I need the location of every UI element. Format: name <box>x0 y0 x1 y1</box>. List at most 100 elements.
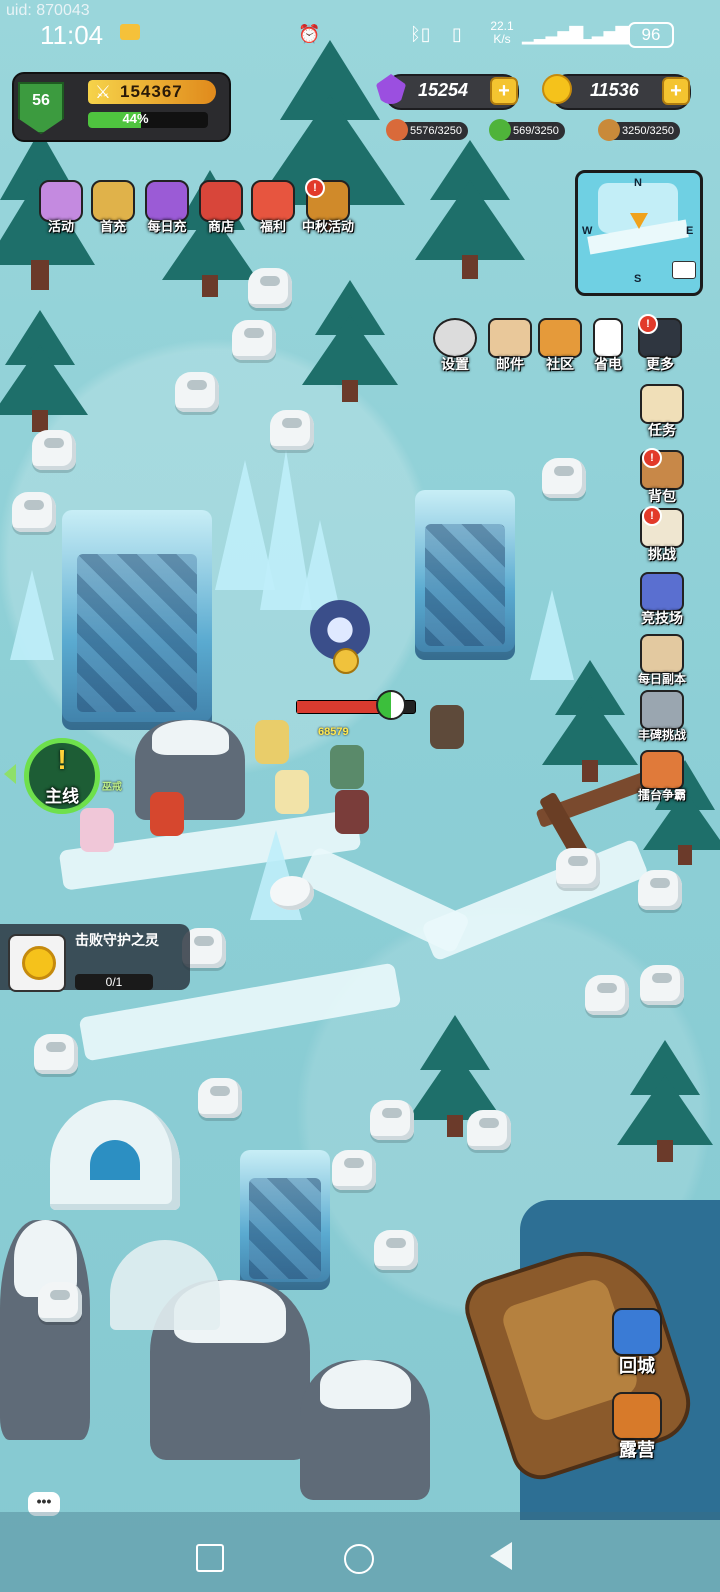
crossed-swords-icon: ⚔ <box>94 82 112 102</box>
ring-battle-button[interactable]: 擂台争霸 <box>632 750 692 810</box>
snowy-rock <box>300 1360 430 1500</box>
welfare-button[interactable]: 福利 <box>248 180 298 240</box>
hero-unit[interactable] <box>255 720 289 764</box>
snowball <box>270 876 314 910</box>
gem-value: 15254 <box>418 80 469 100</box>
skill-cooldown-icon <box>376 690 406 720</box>
monument-challenge-button[interactable]: 丰碑挑战 <box>632 690 692 750</box>
settings-button[interactable]: 设置 <box>425 318 485 378</box>
gold-coin-icon <box>22 946 56 980</box>
hero-unit[interactable] <box>330 745 364 789</box>
minimap[interactable]: N S W E <box>575 170 703 296</box>
yeti-enemy[interactable] <box>467 1110 511 1150</box>
yeti-enemy[interactable] <box>198 1078 242 1118</box>
bread-value: 3250/3250 <box>622 125 674 137</box>
ice-shard <box>530 590 574 680</box>
battery-saver-icon <box>593 318 623 358</box>
back-button[interactable] <box>490 1542 512 1570</box>
collapse-arrow-icon[interactable] <box>4 764 16 784</box>
hero-unit[interactable] <box>80 808 114 852</box>
power-saving-button[interactable]: 省电 <box>578 318 638 378</box>
backpack-button[interactable]: 背包 <box>632 450 692 510</box>
main-quest-label: 主线 <box>45 787 79 806</box>
mail-icon <box>120 24 140 40</box>
alarm-icon: ⏰ <box>298 24 321 44</box>
meat-icon <box>386 119 408 141</box>
shop-button[interactable]: 商店 <box>196 180 246 240</box>
notification-badge: ! <box>638 314 658 334</box>
exclamation-icon: ! <box>57 744 67 775</box>
system-status-bar: uid: 870043 11:04 ⏰ ᛒ▯ ▯ 22.1 K/s ▁▂▃▅▇ … <box>0 0 720 70</box>
camp-button[interactable]: 露营 <box>605 1392 669 1462</box>
first-recharge-button[interactable]: 首充 <box>88 180 138 240</box>
gold-coin-icon <box>542 74 572 104</box>
hero-unit[interactable] <box>430 705 464 749</box>
yeti-enemy[interactable] <box>175 372 219 412</box>
bread-counter: 3250/3250 <box>598 119 680 141</box>
herb-value: 569/3250 <box>513 125 559 137</box>
add-gems-button[interactable]: + <box>490 77 518 105</box>
igloo <box>110 1240 220 1330</box>
yeti-enemy[interactable] <box>232 320 276 360</box>
notification-badge: ! <box>642 448 662 468</box>
yeti-enemy[interactable] <box>374 1230 418 1270</box>
gear-icon <box>433 318 477 358</box>
ice-crystal-tower <box>240 1150 330 1290</box>
herb-counter: 569/3250 <box>489 119 565 141</box>
hero-unit[interactable] <box>150 792 184 836</box>
gold-value: 11536 <box>590 80 639 100</box>
arena-trophy-icon <box>640 572 684 612</box>
yeti-enemy[interactable] <box>270 410 314 450</box>
yeti-enemy[interactable] <box>370 1100 414 1140</box>
yeti-enemy[interactable] <box>332 1150 376 1190</box>
damage-number: 68579 <box>318 726 349 738</box>
meat-counter: 5576/3250 <box>386 119 468 141</box>
return-city-button[interactable]: 回城 <box>605 1308 669 1378</box>
coin-drop[interactable] <box>333 648 359 674</box>
task-progress: 0/1 <box>75 974 153 990</box>
hero-unit[interactable] <box>335 790 369 834</box>
experience-percent: 44% <box>122 111 149 126</box>
yeti-enemy[interactable] <box>638 870 682 910</box>
snow-path <box>420 838 650 962</box>
vibrate-icon: ▯ <box>452 24 462 44</box>
add-gold-button[interactable]: + <box>662 77 690 105</box>
yeti-enemy[interactable] <box>34 1034 78 1074</box>
signal-icon: ▂▃▅▇ <box>580 24 629 44</box>
clock: 11:04 <box>40 20 104 50</box>
camera-icon[interactable] <box>672 261 696 279</box>
daily-dungeon-icon <box>640 634 684 674</box>
meat-value: 5576/3250 <box>410 125 462 137</box>
yeti-enemy[interactable] <box>556 848 600 888</box>
daily-dungeon-button[interactable]: 每日副本 <box>632 634 692 694</box>
yeti-enemy[interactable] <box>32 430 76 470</box>
yeti-enemy[interactable] <box>248 268 292 308</box>
yeti-enemy[interactable] <box>38 1282 82 1322</box>
hero-unit[interactable] <box>275 770 309 814</box>
compass-north: N <box>634 177 642 189</box>
yeti-enemy[interactable] <box>542 458 586 498</box>
herb-icon <box>489 119 511 141</box>
network-speed: 22.1 K/s <box>490 19 514 46</box>
home-button[interactable] <box>344 1544 374 1574</box>
monument-icon <box>640 690 684 730</box>
compass-east: E <box>686 225 694 237</box>
notification-badge: ! <box>642 506 662 526</box>
recent-apps-button[interactable] <box>196 1544 224 1572</box>
task-description: 击败守护之灵 <box>75 932 159 948</box>
signal-icon: ▁▂▃▅▇ <box>522 24 583 44</box>
yeti-enemy[interactable] <box>12 492 56 532</box>
event-activity-button[interactable]: 活动 <box>36 180 86 240</box>
challenge-button[interactable]: 挑战 <box>632 508 692 568</box>
ice-crystal-tower <box>62 510 212 730</box>
quest-button[interactable]: 任务 <box>632 384 692 444</box>
campfire-tent-icon <box>612 1392 662 1440</box>
yeti-enemy[interactable] <box>585 975 629 1015</box>
bread-icon <box>598 119 620 141</box>
compass-south: S <box>634 273 642 285</box>
arena-button[interactable]: 竞技场 <box>632 572 692 632</box>
hero-name-label: 巫戒 <box>102 782 122 793</box>
daily-recharge-button[interactable]: 每日充 <box>142 180 192 240</box>
boss-health-fill <box>297 701 382 713</box>
yeti-enemy[interactable] <box>640 965 684 1005</box>
